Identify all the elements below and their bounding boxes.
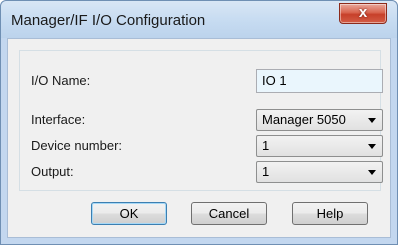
settings-group: I/O Name: IO 1 Interface: Manager 5050 D… bbox=[19, 50, 383, 191]
close-button[interactable]: x bbox=[339, 3, 387, 24]
output-dropdown[interactable]: 1 bbox=[256, 161, 383, 183]
help-button[interactable]: Help bbox=[292, 202, 368, 225]
interface-dropdown[interactable]: Manager 5050 bbox=[256, 109, 383, 131]
window-title: Manager/IF I/O Configuration bbox=[11, 12, 206, 29]
title-bar[interactable]: Manager/IF I/O Configuration x bbox=[1, 1, 397, 38]
output-value: 1 bbox=[262, 164, 270, 179]
io-name-input[interactable]: IO 1 bbox=[256, 69, 383, 93]
interface-label: Interface: bbox=[31, 112, 86, 127]
dropdown-arrow-icon bbox=[368, 118, 376, 123]
close-icon: x bbox=[358, 4, 368, 21]
interface-value: Manager 5050 bbox=[262, 112, 346, 127]
cancel-button[interactable]: Cancel bbox=[191, 202, 267, 225]
dialog-body: I/O Name: IO 1 Interface: Manager 5050 D… bbox=[7, 38, 391, 238]
ok-button[interactable]: OK bbox=[91, 202, 167, 225]
device-number-label: Device number: bbox=[31, 138, 123, 153]
dropdown-arrow-icon bbox=[368, 144, 376, 149]
device-number-value: 1 bbox=[262, 138, 270, 153]
dialog-window: Manager/IF I/O Configuration x I/O Name:… bbox=[0, 0, 398, 245]
dropdown-arrow-icon bbox=[368, 170, 376, 175]
io-name-label: I/O Name: bbox=[31, 73, 91, 88]
device-number-dropdown[interactable]: 1 bbox=[256, 135, 383, 157]
output-label: Output: bbox=[31, 164, 74, 179]
